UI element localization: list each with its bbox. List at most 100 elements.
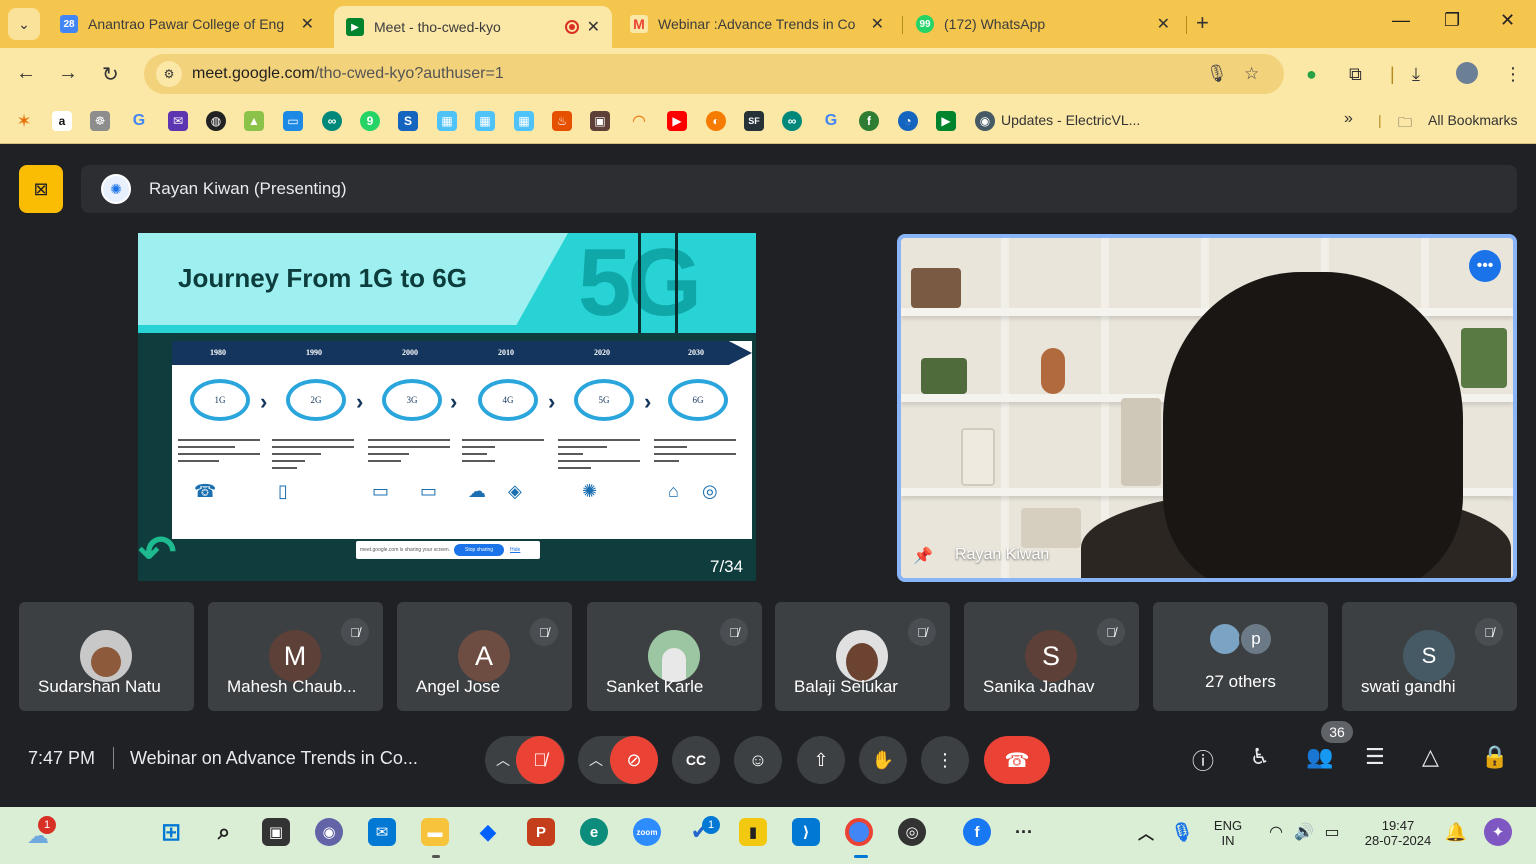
bookmark-image-icon[interactable]: ▦ <box>437 111 457 131</box>
tab-webinar-mail[interactable]: M Webinar :Advance Trends in Co ✕ <box>618 6 896 42</box>
bookmark-whatsapp-icon[interactable]: 9 <box>360 111 380 131</box>
raise-hand-button[interactable]: ✋ <box>859 736 907 784</box>
meeting-title[interactable]: Webinar on Advance Trends in Co... <box>130 748 460 769</box>
participant-tile[interactable]: Sudarshan Natu <box>19 602 194 711</box>
bookmark-s-icon[interactable]: S <box>398 111 418 131</box>
mic-off-button[interactable]: 🎙̸ <box>516 736 564 784</box>
vscode-icon[interactable]: ⟩ <box>792 818 820 846</box>
bookmark-zoho-icon[interactable]: ✶ <box>14 111 34 131</box>
participant-tile[interactable]: 🎙̸ Sanket Karle <box>587 602 762 711</box>
presentation-layout-icon[interactable]: ⊠ <box>19 165 63 213</box>
all-bookmarks-button[interactable]: All Bookmarks <box>1428 112 1517 128</box>
close-icon[interactable]: ✕ <box>301 14 314 34</box>
hide-link[interactable]: Hide <box>510 547 520 553</box>
present-screen-button[interactable]: ⇧ <box>797 736 845 784</box>
site-settings-icon[interactable]: ⚙ <box>156 61 182 87</box>
bookmark-youtube-icon[interactable]: ▶ <box>667 111 687 131</box>
reload-icon[interactable]: ↻ <box>102 62 119 87</box>
people-icon[interactable]: 👥 <box>1306 744 1333 770</box>
close-icon[interactable]: ✕ <box>587 17 600 37</box>
bookmark-box-icon[interactable]: ▣ <box>590 111 610 131</box>
bookmark-flame-icon[interactable]: ♨ <box>552 111 572 131</box>
bookmark-arduino-icon[interactable]: ∞ <box>322 111 342 131</box>
edge-icon[interactable]: e <box>580 818 608 846</box>
restore-icon[interactable]: ❐ <box>1444 10 1460 31</box>
powerpoint-icon[interactable]: P <box>527 818 555 846</box>
tab-search-button[interactable]: ⌄ <box>8 8 40 40</box>
bookmark-screen-icon[interactable]: ▭ <box>283 111 303 131</box>
more-options-button[interactable]: ⋮ <box>921 736 969 784</box>
bookmark-sf-icon[interactable]: SF <box>744 111 764 131</box>
bookmark-amazon-icon[interactable]: a <box>52 111 72 131</box>
bookmark-drive-icon[interactable]: ▲ <box>244 111 264 131</box>
wifi-icon[interactable]: ◠ <box>1262 818 1290 846</box>
language-indicator[interactable]: ENG IN <box>1208 818 1248 848</box>
copilot-icon[interactable]: ✦ <box>1484 818 1512 846</box>
chevron-up-icon[interactable]: ︿ <box>496 750 510 770</box>
camera-off-button[interactable]: ⊘ <box>610 736 658 784</box>
tab-meet[interactable]: ▶ Meet - tho-cwed-kyo ✕ <box>334 6 612 48</box>
powerbi-icon[interactable]: ▮ <box>739 818 767 846</box>
profile-avatar[interactable] <box>1456 62 1478 84</box>
system-clock[interactable]: 19:47 28-07-2024 <box>1362 818 1434 848</box>
chat-icon[interactable]: ☰ <box>1365 744 1385 770</box>
bookmark-clock-icon[interactable]: ◔ <box>898 111 918 131</box>
bookmark-meet-icon[interactable]: ▶ <box>936 111 956 131</box>
new-tab-button[interactable]: + <box>1196 10 1209 36</box>
stop-sharing-button[interactable]: Stop sharing <box>454 544 505 556</box>
captions-button[interactable]: CC <box>672 736 720 784</box>
dropbox-icon[interactable]: ◆ <box>474 818 502 846</box>
bookmark-image-icon[interactable]: ▦ <box>475 111 495 131</box>
participant-tile[interactable]: M 🎙̸ Mahesh Chaub... <box>208 602 383 711</box>
file-explorer-icon[interactable]: ▬ <box>421 818 449 846</box>
presenter-camera-tile[interactable]: ••• 📌 Rayan Kiwan <box>897 234 1517 582</box>
close-icon[interactable]: ✕ <box>1157 14 1170 34</box>
chevron-up-icon[interactable]: ︿ <box>1132 818 1160 846</box>
emoji-button[interactable]: ☺ <box>734 736 782 784</box>
participant-tile[interactable]: A 🎙̸ Angel Jose <box>397 602 572 711</box>
chevron-up-icon[interactable]: ︿ <box>589 750 603 770</box>
bookmark-leaf-icon[interactable]: f <box>859 111 879 131</box>
menu-icon[interactable]: ⋮ <box>1504 64 1522 85</box>
minimize-icon[interactable]: — <box>1392 10 1410 31</box>
volume-icon[interactable]: 🔊 <box>1290 818 1318 846</box>
bookmark-arc-icon[interactable]: ◠ <box>629 111 649 131</box>
bookmark-image-icon[interactable]: ▦ <box>514 111 534 131</box>
bookmark-google-icon[interactable]: G <box>129 111 149 131</box>
bookmark-updates-link[interactable]: Updates - ElectricVL... <box>1001 112 1140 128</box>
download-icon[interactable]: ⤓ <box>1412 64 1420 85</box>
teams-chat-icon[interactable]: ◉ <box>315 818 343 846</box>
star-icon[interactable]: ☆ <box>1244 64 1259 84</box>
bookmark-updates-icon[interactable]: ◉ <box>975 111 995 131</box>
task-view-icon[interactable]: ▣ <box>262 818 290 846</box>
mail-icon[interactable]: ✉ <box>368 818 396 846</box>
chrome-icon[interactable] <box>845 818 873 846</box>
extension-chat-icon[interactable]: ● <box>1306 64 1317 85</box>
activities-icon[interactable]: △ <box>1422 744 1439 770</box>
participant-tile[interactable]: S 🎙̸ swati gandhi <box>1342 602 1517 711</box>
extensions-icon[interactable]: ⧉ <box>1349 64 1362 85</box>
others-tile[interactable]: p 27 others <box>1153 602 1328 711</box>
microphone-icon[interactable]: 🎙 <box>1168 818 1196 846</box>
host-controls-icon[interactable]: ♿ <box>1250 744 1270 770</box>
bookmark-arduino-icon[interactable]: ∞ <box>782 111 802 131</box>
microphone-icon[interactable]: 🎙 <box>1206 64 1228 84</box>
back-icon[interactable]: ← <box>16 62 36 85</box>
forward-icon[interactable]: → <box>58 62 78 85</box>
bookmark-mail-icon[interactable]: ✉ <box>168 111 188 131</box>
bookmark-ball-icon[interactable]: ◐ <box>706 111 726 131</box>
bookmarks-overflow-button[interactable]: » <box>1344 110 1353 128</box>
notification-bell-icon[interactable]: 🔔 <box>1442 818 1470 846</box>
close-icon[interactable]: ✕ <box>871 14 884 34</box>
bookmark-globe-icon[interactable]: ◍ <box>206 111 226 131</box>
search-icon[interactable]: ⌕ <box>210 818 238 846</box>
meeting-info-icon[interactable]: ⓘ <box>1192 744 1214 776</box>
battery-icon[interactable]: ▭ <box>1318 818 1346 846</box>
bookmark-emblem-icon[interactable]: ☸ <box>90 111 110 131</box>
obs-icon[interactable]: ◎ <box>898 818 926 846</box>
window-close-icon[interactable]: ✕ <box>1500 10 1515 31</box>
windows-start-icon[interactable]: ⊞ <box>157 818 185 846</box>
lock-icon[interactable]: 🔒 <box>1481 744 1508 770</box>
tab-college[interactable]: 28 Anantrao Pawar College of Eng ✕ <box>48 6 326 42</box>
address-bar[interactable]: ⚙ meet.google.com/tho-cwed-kyo?authuser=… <box>144 54 1284 94</box>
